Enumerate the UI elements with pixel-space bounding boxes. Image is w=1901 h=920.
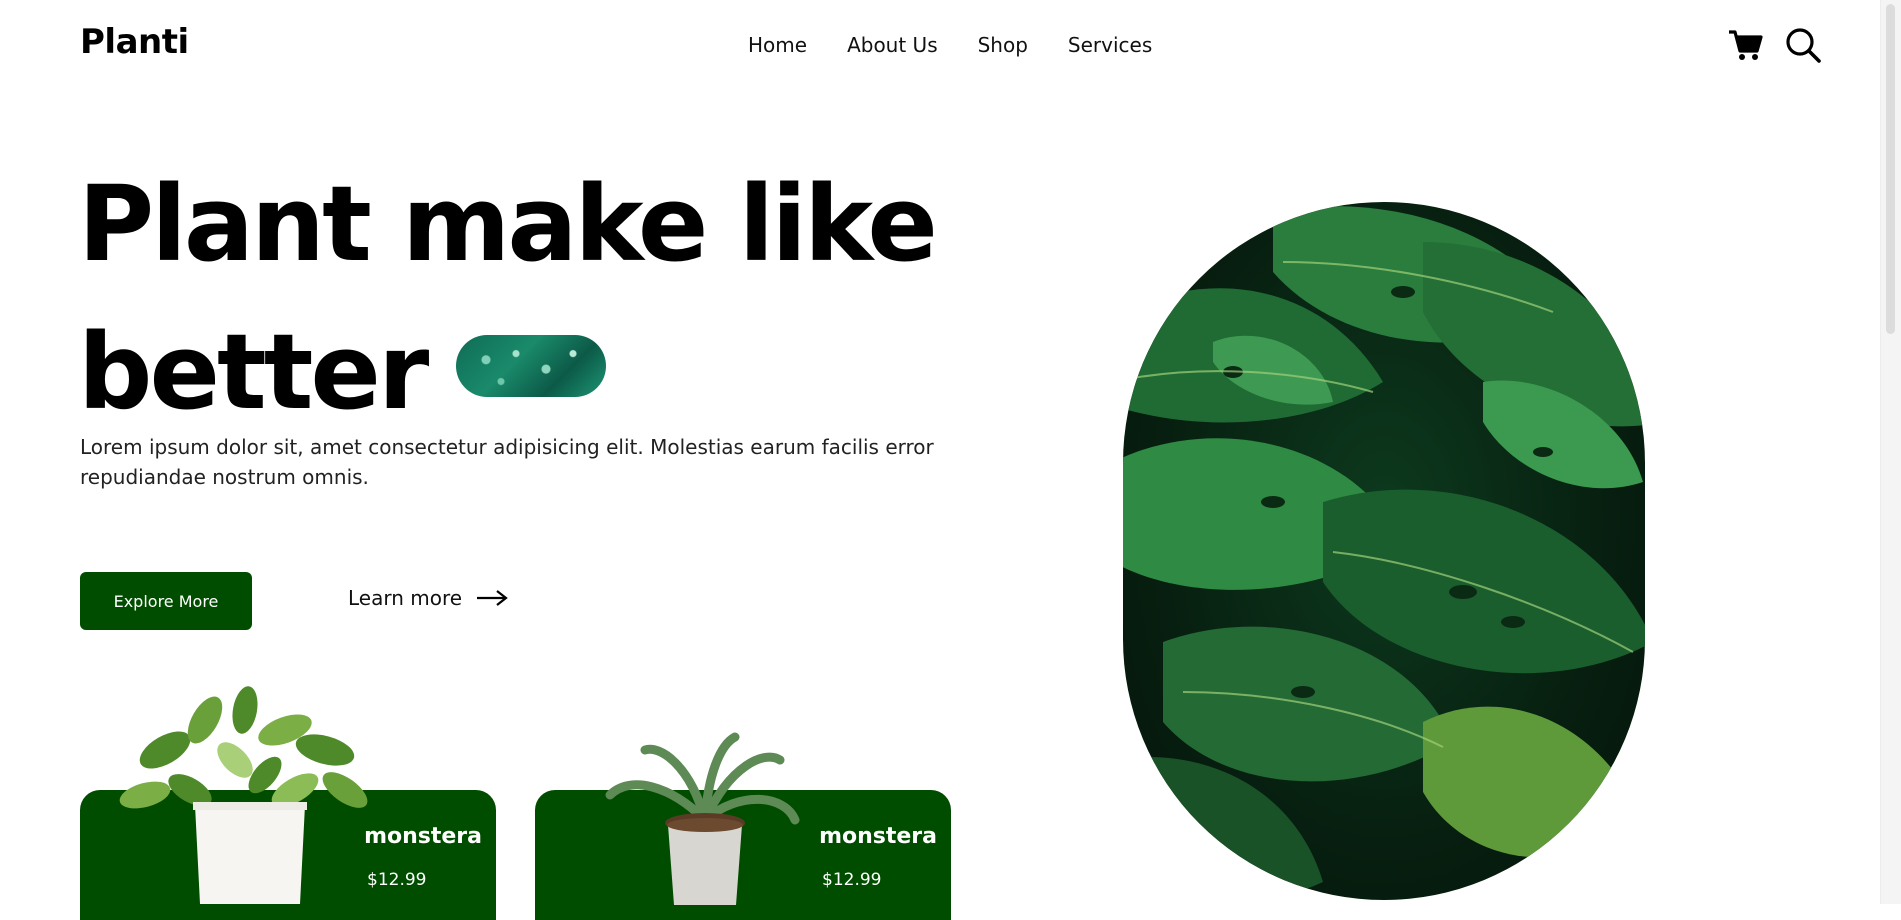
logo[interactable]: Planti <box>80 22 189 62</box>
main-nav: Home About Us Shop Services <box>748 33 1152 57</box>
header-actions <box>1726 26 1822 64</box>
pothos-plant-image <box>119 686 368 904</box>
page-scrollbar[interactable] <box>1880 0 1901 904</box>
nav-services[interactable]: Services <box>1068 33 1152 57</box>
product-price: $12.99 <box>367 870 427 890</box>
hero-title-word: better <box>78 311 429 433</box>
search-icon[interactable] <box>1784 26 1822 64</box>
hero-title: Plant make like better <box>78 150 938 446</box>
learn-more-label: Learn more <box>348 586 463 610</box>
monstera-leaves-image <box>1123 202 1645 900</box>
product-price: $12.99 <box>822 870 882 890</box>
learn-more-link[interactable]: Learn more <box>348 586 508 610</box>
explore-more-button[interactable]: Explore More <box>80 572 252 630</box>
product-name: monstera <box>819 824 937 849</box>
cart-icon[interactable] <box>1726 26 1764 64</box>
arrow-right-icon <box>477 590 508 606</box>
scrollbar-thumb[interactable] <box>1886 4 1895 334</box>
product-name: monstera <box>364 824 482 849</box>
product-card[interactable]: monstera $12.99 <box>535 732 951 920</box>
product-card[interactable]: monstera $12.99 <box>80 686 496 920</box>
hero-description: Lorem ipsum dolor sit, amet consectetur … <box>80 435 934 489</box>
nav-about-us[interactable]: About Us <box>847 33 938 57</box>
nav-shop[interactable]: Shop <box>978 33 1028 57</box>
hero-title-line-1: Plant make like <box>78 163 938 285</box>
hero-title-line-2: better <box>78 298 935 446</box>
nav-home[interactable]: Home <box>748 33 807 57</box>
succulent-plant-image <box>605 732 800 905</box>
decorative-leaf-pill <box>456 334 607 397</box>
